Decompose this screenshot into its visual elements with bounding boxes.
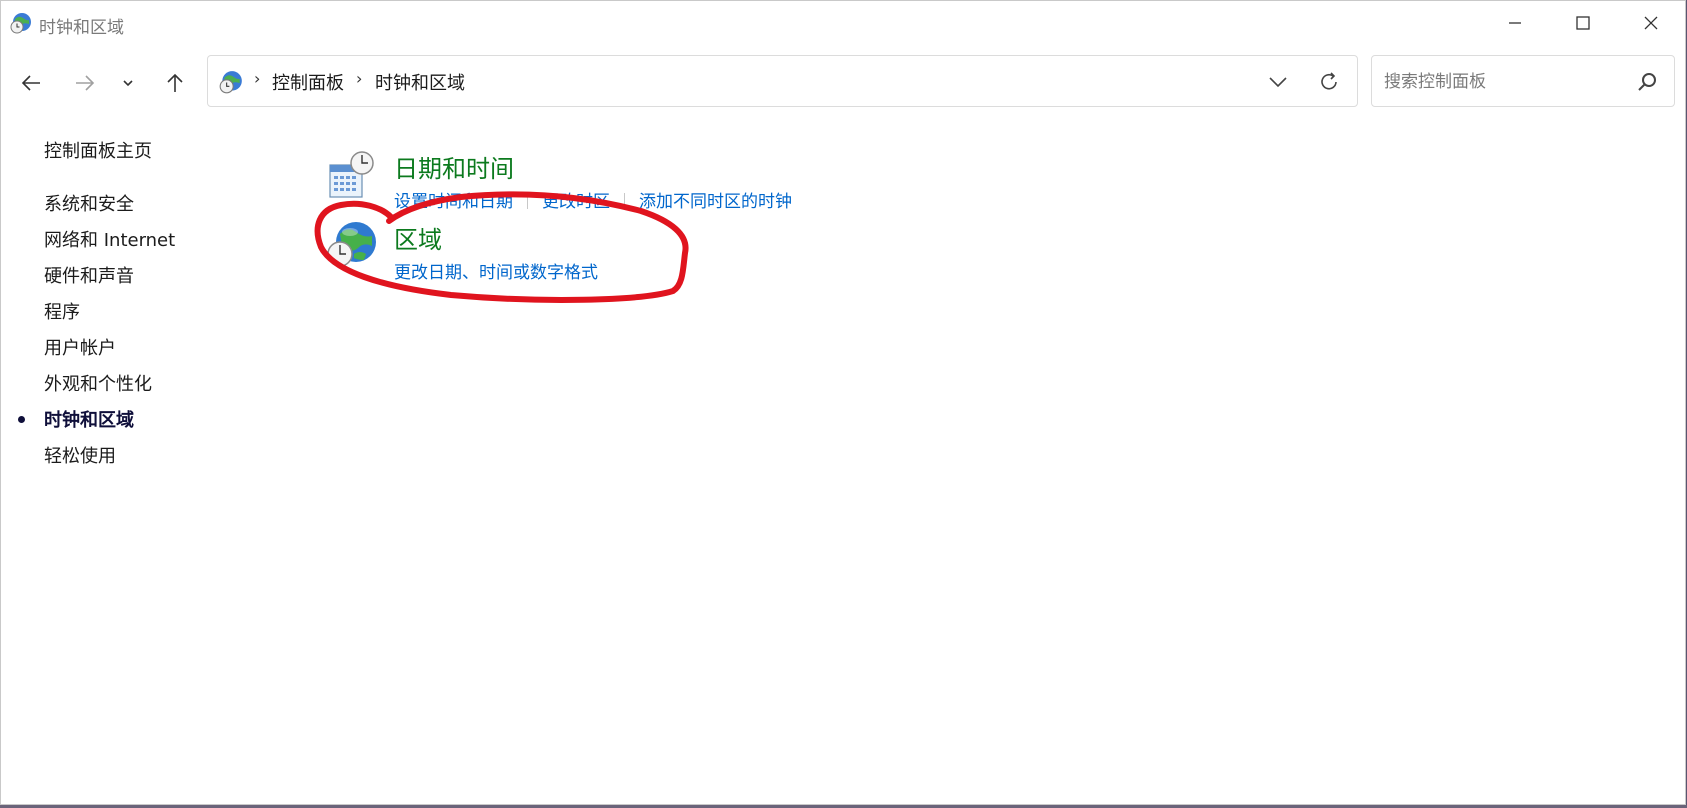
red-annotation-circle [314, 191, 689, 303]
sidebar-item-system-security[interactable]: 系统和安全 [44, 190, 134, 216]
breadcrumb-control-panel[interactable]: 控制面板 [272, 69, 344, 95]
category-links-date-time: 设置时间和日期 更改时区 添加不同时区的时钟 [394, 187, 792, 212]
sidebar-home-link[interactable]: 控制面板主页 [44, 137, 152, 163]
calendar-clock-icon[interactable] [326, 149, 378, 201]
link-change-time-zone[interactable]: 更改时区 [542, 192, 610, 212]
title-bar: 时钟和区域 [1, 1, 1685, 47]
address-history-dropdown[interactable] [1265, 70, 1291, 94]
up-button[interactable] [157, 67, 193, 99]
category-links-region: 更改日期、时间或数字格式 [394, 258, 598, 283]
sidebar-item-programs[interactable]: 程序 [44, 298, 80, 324]
link-add-clocks[interactable]: 添加不同时区的时钟 [639, 192, 792, 212]
globe-clock-icon[interactable] [326, 220, 378, 272]
forward-button[interactable] [67, 67, 103, 99]
clock-globe-icon [219, 71, 242, 94]
sidebar-item-hardware-sound[interactable]: 硬件和声音 [44, 262, 134, 288]
close-button[interactable] [1617, 1, 1685, 45]
search-box[interactable] [1371, 55, 1675, 107]
recent-locations-button[interactable] [113, 67, 143, 99]
sidebar-item-network-internet[interactable]: 网络和 Internet [44, 226, 175, 252]
breadcrumb-clock-region[interactable]: 时钟和区域 [375, 69, 465, 95]
window-title: 时钟和区域 [39, 18, 124, 38]
control-panel-window: 时钟和区域 › 控制面板 › 时钟和区域 搜索控制面板 控制面板主页 系统和安全… [0, 0, 1686, 805]
active-indicator-bullet [18, 416, 25, 423]
link-divider [527, 193, 528, 209]
navigation-bar: › 控制面板 › 时钟和区域 [1, 51, 1685, 113]
sidebar-item-appearance[interactable]: 外观和个性化 [44, 370, 152, 396]
minimize-button[interactable] [1481, 1, 1549, 45]
sidebar-item-ease-of-access[interactable]: 轻松使用 [44, 442, 116, 468]
sidebar-item-clock-region[interactable]: 时钟和区域 [44, 406, 134, 432]
link-divider [624, 193, 625, 209]
search-input[interactable] [1382, 68, 1626, 96]
sidebar-item-user-accounts[interactable]: 用户帐户 [44, 334, 116, 360]
link-change-formats[interactable]: 更改日期、时间或数字格式 [394, 263, 598, 283]
refresh-button[interactable] [1315, 68, 1343, 96]
search-icon[interactable] [1636, 71, 1658, 93]
arrow-left-icon [21, 75, 40, 91]
arrow-right-icon [76, 75, 95, 91]
link-set-time-date[interactable]: 设置时间和日期 [394, 192, 513, 212]
category-title-date-time[interactable]: 日期和时间 [394, 149, 514, 184]
maximize-icon [1576, 16, 1590, 30]
back-button[interactable] [13, 67, 49, 99]
arrow-up-icon [167, 73, 183, 92]
breadcrumb-separator[interactable]: › [356, 69, 362, 88]
refresh-icon [1321, 72, 1337, 90]
close-icon [1644, 16, 1658, 30]
chevron-down-icon [1269, 77, 1287, 88]
clock-globe-icon [10, 13, 31, 34]
category-title-region[interactable]: 区域 [394, 220, 442, 255]
address-bar[interactable]: › 控制面板 › 时钟和区域 [207, 55, 1358, 107]
minimize-icon [1509, 22, 1521, 24]
chevron-down-icon [123, 80, 133, 87]
breadcrumb-separator[interactable]: › [254, 69, 260, 88]
maximize-button[interactable] [1549, 1, 1617, 45]
